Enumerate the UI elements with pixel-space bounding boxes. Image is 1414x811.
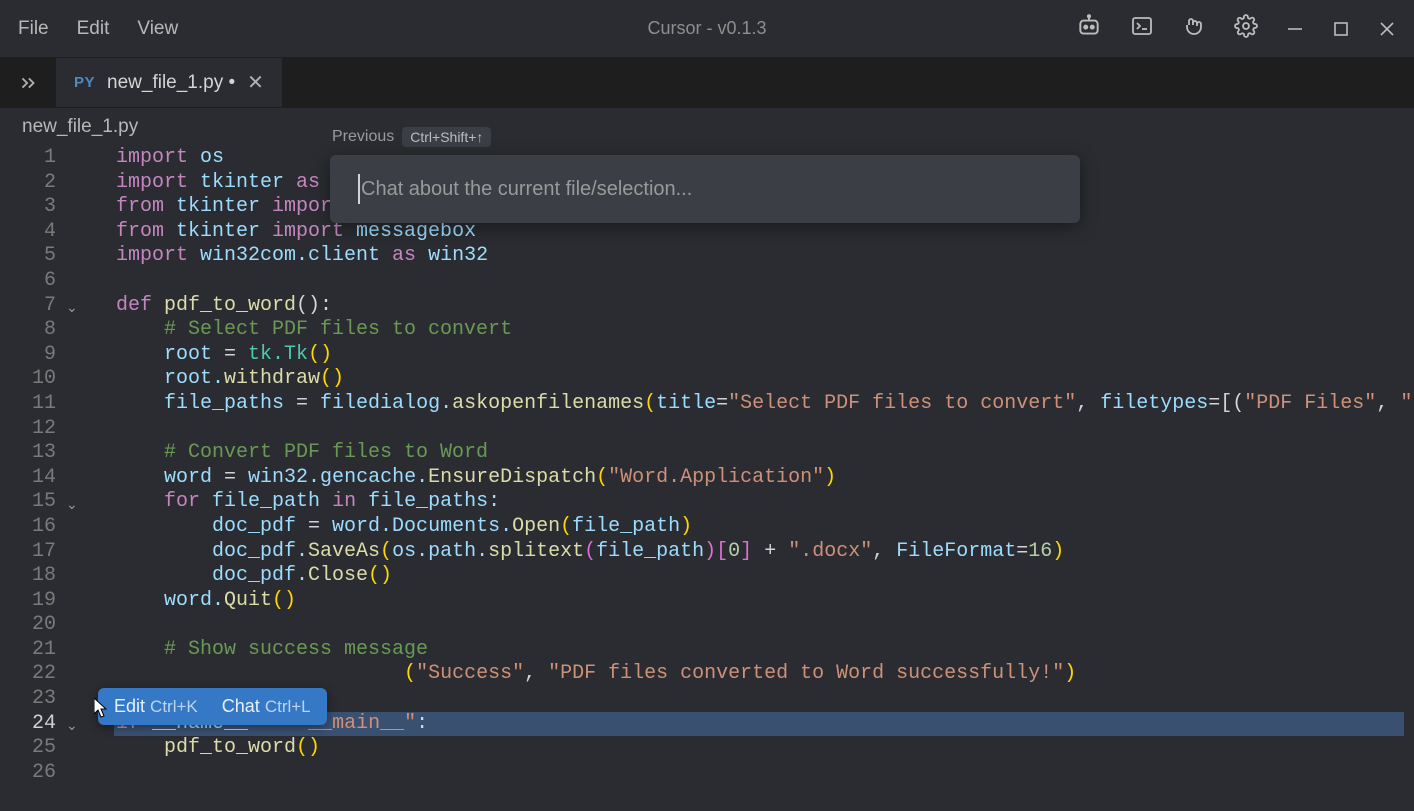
- menu-edit[interactable]: Edit: [77, 18, 110, 40]
- mouse-cursor-icon: [94, 698, 110, 723]
- line-number: 3: [0, 195, 56, 220]
- line-number: 17: [0, 540, 56, 565]
- line-number: 7: [0, 294, 56, 319]
- previous-label: Previous: [332, 128, 394, 146]
- tab-close-icon[interactable]: ✕: [247, 70, 264, 95]
- title-bar: File Edit View Cursor - v0.1.3: [0, 0, 1414, 58]
- line-number: 14: [0, 466, 56, 491]
- line-number: 12: [0, 417, 56, 442]
- line-number: 2: [0, 171, 56, 196]
- titlebar-actions: [1076, 13, 1396, 44]
- text-cursor: [358, 174, 360, 204]
- line-number: 9: [0, 343, 56, 368]
- gear-icon[interactable]: [1234, 14, 1258, 43]
- line-number: 8: [0, 318, 56, 343]
- line-number: 5: [0, 244, 56, 269]
- line-number: 15: [0, 490, 56, 515]
- line-number: 16: [0, 515, 56, 540]
- fold-chevron-icon[interactable]: ⌄: [66, 715, 78, 740]
- maximize-icon[interactable]: [1332, 20, 1350, 38]
- close-icon[interactable]: [1378, 20, 1396, 38]
- wave-icon[interactable]: [1182, 14, 1206, 43]
- terminal-icon[interactable]: [1130, 14, 1154, 43]
- line-number-gutter: 1 2 3 4 5 6 7 8 9 10 11 12 13 14 15 16 1…: [0, 146, 92, 785]
- line-number: 6: [0, 269, 56, 294]
- line-number: 22: [0, 662, 56, 687]
- line-number: 25: [0, 736, 56, 761]
- edit-action[interactable]: Edit Ctrl+K: [114, 696, 198, 717]
- menu-bar: File Edit View: [18, 18, 178, 40]
- line-number: 1: [0, 146, 56, 171]
- chat-previous-hint[interactable]: Previous Ctrl+Shift+↑: [332, 127, 491, 147]
- chat-input[interactable]: [361, 178, 1052, 201]
- chat-input-popup[interactable]: [330, 155, 1080, 223]
- line-number: 4: [0, 220, 56, 245]
- line-number: 11: [0, 392, 56, 417]
- inline-action-tooltip: Edit Ctrl+K Chat Ctrl+L: [98, 688, 327, 725]
- line-number: 23: [0, 687, 56, 712]
- robot-icon[interactable]: [1076, 13, 1102, 44]
- line-number: 19: [0, 589, 56, 614]
- window-title: Cursor - v0.1.3: [647, 18, 766, 39]
- editor-scrollbar[interactable]: [1398, 146, 1412, 811]
- fold-chevron-icon[interactable]: ⌄: [66, 297, 78, 322]
- menu-file[interactable]: File: [18, 18, 49, 40]
- line-number: 24: [0, 712, 56, 737]
- line-number: 18: [0, 564, 56, 589]
- editor-tab[interactable]: PY new_file_1.py • ✕: [56, 58, 282, 107]
- previous-shortcut: Ctrl+Shift+↑: [402, 127, 491, 147]
- tab-filename: new_file_1.py •: [107, 72, 235, 94]
- chat-action[interactable]: Chat Ctrl+L: [222, 696, 311, 717]
- python-file-icon: PY: [74, 74, 95, 91]
- fold-chevron-icon[interactable]: ⌄: [66, 494, 78, 519]
- line-number: 13: [0, 441, 56, 466]
- line-number: 10: [0, 367, 56, 392]
- minimize-icon[interactable]: [1286, 20, 1304, 38]
- menu-view[interactable]: View: [137, 18, 178, 40]
- line-number: 20: [0, 613, 56, 638]
- tab-overflow-icon[interactable]: [0, 58, 56, 107]
- breadcrumb[interactable]: new_file_1.py: [0, 108, 1414, 146]
- line-number: 21: [0, 638, 56, 663]
- tab-bar: PY new_file_1.py • ✕: [0, 58, 1414, 108]
- line-number: 26: [0, 761, 56, 786]
